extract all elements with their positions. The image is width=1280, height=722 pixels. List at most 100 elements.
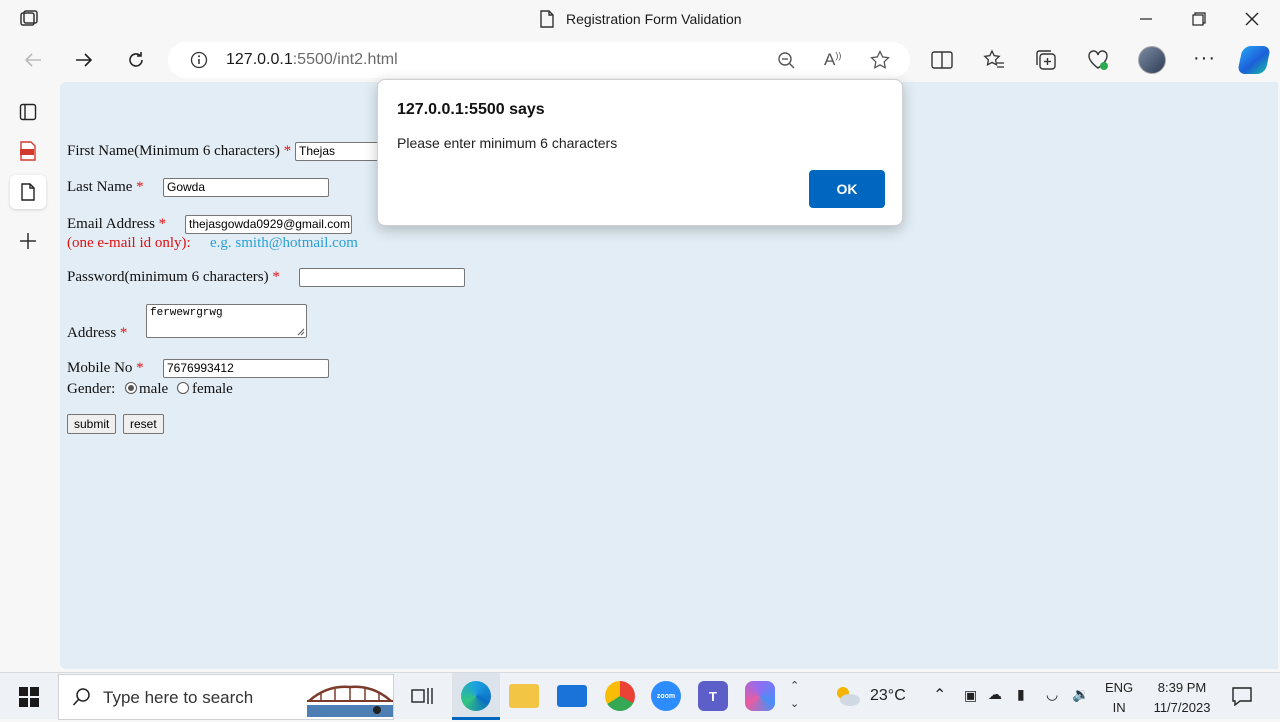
vertical-tab-sidebar	[0, 82, 56, 672]
restore-button[interactable]	[1176, 4, 1222, 34]
gender-female-radio[interactable]	[177, 382, 189, 394]
mobile-label-text: Mobile No	[67, 360, 133, 376]
email-example: e.g. smith@hotmail.com	[210, 235, 358, 251]
pdf-tab-icon[interactable]	[10, 134, 46, 168]
teams-icon[interactable]: T	[698, 681, 728, 711]
password-input[interactable]	[299, 268, 465, 287]
overflow-chevron-icon[interactable]: ⌃ ⌄	[790, 677, 799, 713]
required-mark: *	[136, 360, 144, 376]
collections-icon[interactable]	[1035, 49, 1057, 76]
first-name-input[interactable]: Thejas	[295, 142, 385, 161]
meet-now-icon[interactable]: ▣	[964, 687, 977, 704]
language-indicator[interactable]: ENG IN	[1105, 678, 1133, 718]
more-options-icon[interactable]: ···	[1193, 47, 1216, 70]
profile-avatar[interactable]	[1138, 46, 1166, 74]
wifi-icon[interactable]: ◡	[1046, 686, 1058, 703]
email-label: Email Address *	[67, 216, 166, 233]
copilot-app-icon[interactable]	[745, 681, 775, 711]
forward-button[interactable]	[67, 44, 101, 76]
browser-essentials-icon[interactable]	[1087, 49, 1109, 76]
url-text[interactable]: 127.0.0.1:5500/int2.html	[226, 51, 398, 69]
search-highlight-image	[307, 679, 393, 717]
minimize-button[interactable]	[1123, 4, 1169, 34]
search-placeholder: Type here to search	[103, 688, 254, 707]
chrome-icon[interactable]	[605, 681, 635, 711]
resize-handle-icon[interactable]	[297, 328, 305, 336]
last-name-label: Last Name *	[67, 179, 144, 196]
email-input[interactable]: thejasgowda0929@gmail.com	[185, 215, 352, 234]
windows-start-icon[interactable]	[19, 687, 39, 712]
password-label-text: Password(minimum 6 characters)	[67, 269, 269, 285]
region-code: IN	[1112, 700, 1126, 715]
address-textarea[interactable]: ferwewrgrwg	[146, 304, 307, 338]
file-explorer-icon[interactable]	[509, 684, 539, 708]
gender-female-label: female	[192, 381, 233, 397]
zoom-out-icon[interactable]	[777, 51, 797, 76]
mobile-input[interactable]: 7676993412	[163, 359, 329, 378]
address-label: Address *	[67, 325, 127, 342]
close-window-button[interactable]	[1229, 4, 1275, 34]
window-title: Registration Form Validation	[566, 11, 742, 27]
dialog-message: Please enter minimum 6 characters	[397, 135, 618, 151]
new-tab-plus-icon[interactable]	[10, 224, 46, 258]
required-mark: *	[158, 216, 167, 232]
title-bar: Registration Form Validation	[0, 0, 1280, 38]
reset-button[interactable]: reset	[123, 414, 164, 434]
gender-male-label: male	[139, 381, 169, 397]
refresh-button[interactable]	[119, 44, 153, 76]
weather-icon[interactable]	[833, 683, 861, 714]
address-label-text: Address	[67, 325, 117, 341]
email-label-text: Email Address	[67, 216, 155, 232]
page-icon	[540, 10, 554, 33]
battery-icon[interactable]: ▮	[1017, 686, 1025, 703]
task-view-icon[interactable]	[411, 686, 433, 711]
edge-browser-icon[interactable]	[461, 681, 491, 711]
required-mark: *	[119, 325, 128, 341]
copilot-icon[interactable]	[1237, 46, 1271, 74]
first-name-label-text: First Name(Minimum 6 characters)	[67, 143, 280, 159]
read-aloud-icon[interactable]: A))	[824, 50, 841, 70]
mobile-label: Mobile No *	[67, 360, 144, 377]
weather-temperature[interactable]: 23°C	[870, 687, 906, 705]
current-tab-page-icon[interactable]	[10, 175, 46, 209]
favorites-icon[interactable]	[983, 49, 1005, 76]
url-host: 127.0.0.1	[226, 51, 293, 68]
site-info-icon[interactable]	[190, 51, 208, 74]
address-bar[interactable]: 127.0.0.1:5500/int2.html A))	[168, 42, 910, 78]
tab-actions-icon[interactable]	[10, 95, 46, 129]
onedrive-cloud-icon[interactable]: ☁	[988, 686, 1002, 703]
email-note: (one e-mail id only):	[67, 235, 191, 251]
split-screen-icon[interactable]	[931, 50, 953, 75]
gender-male-radio[interactable]	[125, 382, 137, 394]
ok-button[interactable]: OK	[809, 170, 885, 208]
required-mark: *	[136, 179, 144, 195]
workspaces-icon[interactable]	[18, 9, 40, 29]
favorite-star-icon[interactable]	[870, 50, 890, 75]
mail-icon[interactable]	[557, 685, 587, 707]
last-name-label-text: Last Name	[67, 179, 133, 195]
show-hidden-icons-chevron-icon[interactable]: ⌃	[933, 685, 946, 705]
password-label: Password(minimum 6 characters) *	[67, 269, 280, 286]
required-mark: *	[283, 143, 292, 159]
language-code: ENG	[1105, 680, 1134, 695]
gender-label: Gender:	[67, 381, 116, 397]
first-name-label: First Name(Minimum 6 characters) *	[67, 143, 291, 160]
url-path: :5500/int2.html	[292, 51, 398, 68]
notifications-icon[interactable]	[1232, 686, 1252, 711]
volume-icon[interactable]: 🔉	[1072, 686, 1089, 703]
taskbar: Type here to search zoom T ⌃ ⌄ 23°C ⌃ ▣ ☁…	[0, 672, 1280, 720]
submit-button[interactable]: submit	[67, 414, 117, 434]
address-value: ferwewrgrwg	[150, 307, 223, 319]
navigation-bar: 127.0.0.1:5500/int2.html A)) ···	[0, 38, 1280, 82]
clock-date: 11/7/2023	[1153, 700, 1211, 715]
alert-dialog: 127.0.0.1:5500 says Please enter minimum…	[377, 79, 903, 226]
search-icon	[72, 687, 92, 712]
required-mark: *	[272, 269, 280, 285]
clock[interactable]: 8:39 PM 11/7/2023	[1147, 678, 1217, 718]
zoom-app-label: zoom	[656, 692, 676, 700]
zoom-app-icon[interactable]: zoom	[651, 681, 681, 711]
last-name-input[interactable]: Gowda	[163, 178, 329, 197]
clock-time: 8:39 PM	[1157, 680, 1207, 695]
taskbar-search-box[interactable]: Type here to search	[58, 674, 394, 720]
back-button[interactable]	[16, 44, 50, 76]
